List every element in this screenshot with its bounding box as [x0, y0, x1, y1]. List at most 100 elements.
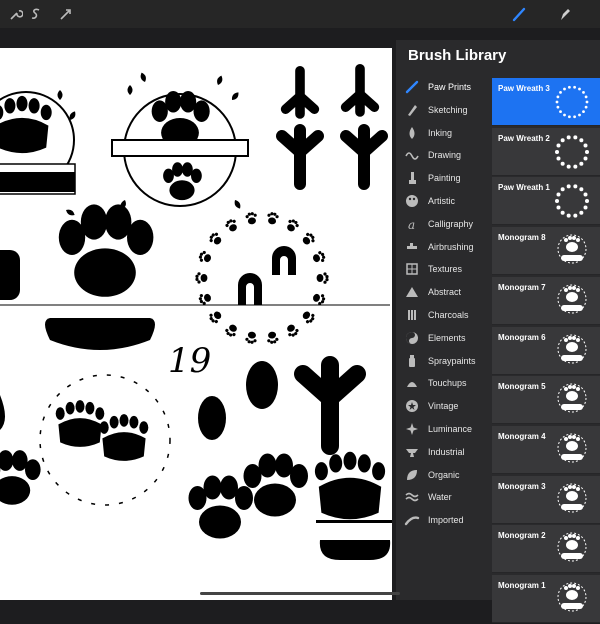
brush-monogram-3[interactable]: Monogram 3: [492, 475, 600, 524]
monogram-paw-preview-icon: [552, 430, 592, 470]
pencil-icon: [404, 102, 420, 118]
monogram-paw-preview-icon: [552, 281, 592, 321]
brush-name: Monogram 4: [498, 431, 546, 441]
brush-library-panel: Brush Library Paw Prints Sketching Inking D…: [396, 40, 600, 623]
category-water[interactable]: Water: [396, 486, 492, 508]
wreath-tiny-paw: [207, 230, 224, 248]
number-nineteen: 19: [168, 341, 211, 381]
category-label: Charcoals: [428, 310, 469, 320]
category-label: Industrial: [428, 446, 465, 457]
touchup-icon: [404, 375, 420, 391]
panel-title: Brush Library: [408, 47, 507, 64]
wreath-tiny-paw: [300, 308, 317, 326]
category-artistic[interactable]: Artistic: [396, 190, 492, 212]
wreath-tiny-paw: [284, 322, 301, 339]
brush-stroke-icon: [404, 79, 420, 95]
monogram-paw-preview-icon: [552, 231, 592, 271]
category-textures[interactable]: Textures: [396, 258, 492, 280]
monogram-paw-preview-icon: [552, 529, 592, 569]
monogram-paw-preview-icon: [552, 480, 592, 520]
squiggle-icon: [404, 147, 420, 163]
drawing-canvas[interactable]: 19: [0, 48, 392, 600]
category-industrial[interactable]: Industrial: [396, 441, 492, 463]
monogram-paw-preview-icon: [552, 579, 592, 619]
category-label: Water: [428, 492, 452, 503]
paint-brush-icon: [404, 170, 420, 186]
category-organic[interactable]: Organic: [396, 464, 492, 486]
stroke-icon: [404, 512, 420, 528]
airbrush-icon: [404, 239, 420, 255]
category-calligraphy[interactable]: a Calligraphy: [396, 213, 492, 235]
brush-monogram-8[interactable]: Monogram 8: [492, 227, 600, 276]
anvil-icon: [404, 444, 420, 460]
category-imported[interactable]: Imported: [396, 509, 492, 531]
category-spraypaints[interactable]: Spraypaints: [396, 350, 492, 372]
category-painting[interactable]: Painting: [396, 167, 492, 189]
brush-monogram-7[interactable]: Monogram 7: [492, 276, 600, 325]
category-label: Elements: [428, 332, 466, 343]
category-vintage[interactable]: Vintage: [396, 395, 492, 417]
wreath-tiny-paw: [195, 272, 208, 284]
canvas-artwork: 19: [0, 48, 392, 560]
brush-tool-icon[interactable]: [512, 6, 528, 22]
charcoal-bars-icon: [404, 307, 420, 323]
category-inking[interactable]: Inking: [396, 122, 492, 144]
category-label: Spraypaints: [428, 355, 476, 366]
category-charcoals[interactable]: Charcoals: [396, 304, 492, 326]
wreath-tiny-paw: [207, 308, 224, 326]
yin-yang-icon: [404, 330, 420, 346]
brush-name: Paw Wreath 2: [498, 133, 550, 143]
brush-monogram-2[interactable]: Monogram 2: [492, 525, 600, 574]
category-touchups[interactable]: Touchups: [396, 372, 492, 394]
adjustments-icon[interactable]: [28, 6, 44, 22]
monogram-paw-preview-icon: [552, 331, 592, 371]
smudge-tool-icon[interactable]: [556, 6, 572, 22]
category-luminance[interactable]: Luminance: [396, 418, 492, 440]
category-label: Textures: [428, 264, 463, 275]
home-indicator: [200, 592, 400, 595]
brush-monogram-5[interactable]: Monogram 5: [492, 376, 600, 425]
category-label: Painting: [428, 173, 461, 184]
wrench-icon[interactable]: [8, 6, 24, 22]
spray-can-icon: [404, 353, 420, 369]
category-label: Paw Prints: [428, 82, 472, 92]
category-abstract[interactable]: Abstract: [396, 281, 492, 303]
wreath-tiny-paw: [197, 249, 213, 265]
bird-track-large: [303, 365, 357, 446]
star-badge-icon: [404, 398, 420, 414]
category-elements[interactable]: Elements: [396, 327, 492, 349]
category-airbrushing[interactable]: Airbrushing: [396, 236, 492, 258]
wreath-monogram-left: [0, 90, 78, 218]
wreath-tiny-paw: [265, 211, 280, 226]
brush-name: Monogram 8: [498, 233, 546, 243]
brush-monogram-6[interactable]: Monogram 6: [492, 326, 600, 375]
category-label: Drawing: [428, 150, 462, 161]
wreath-tiny-paw: [244, 211, 259, 226]
category-paw-prints[interactable]: Paw Prints: [396, 76, 492, 98]
wreath-tiny-paw: [311, 291, 327, 307]
selection-icon[interactable]: [58, 6, 74, 22]
category-label: Calligraphy: [428, 218, 474, 229]
horseshoe-paw-wreath: [195, 211, 329, 345]
wreath-tiny-paw: [244, 330, 259, 345]
category-label: Inking: [428, 127, 453, 138]
brush-name: Monogram 7: [498, 282, 546, 292]
category-label: Organic: [428, 469, 460, 480]
brush-monogram-1[interactable]: Monogram 1: [492, 575, 600, 623]
triangle-icon: [404, 284, 420, 300]
category-sketching[interactable]: Sketching: [396, 99, 492, 121]
bird-track-wreath: [39, 374, 171, 506]
wreath-tiny-paw: [284, 217, 301, 234]
brush-paw-wreath-2[interactable]: Paw Wreath 2: [492, 127, 600, 176]
banner-shape: [45, 318, 155, 350]
wreath-paws-preview-icon: [552, 181, 592, 221]
wreath-tiny-paw: [223, 217, 240, 234]
brush-paw-wreath-3[interactable]: Paw Wreath 3: [492, 78, 600, 126]
calligraphy-a-icon: a: [404, 216, 420, 232]
category-drawing[interactable]: Drawing: [396, 144, 492, 166]
category-label: Airbrushing: [428, 241, 474, 252]
large-paw-print: [58, 204, 154, 297]
brush-paw-wreath-1[interactable]: Paw Wreath 1: [492, 177, 600, 226]
brush-monogram-4[interactable]: Monogram 4: [492, 425, 600, 474]
sparkle-icon: [404, 421, 420, 437]
